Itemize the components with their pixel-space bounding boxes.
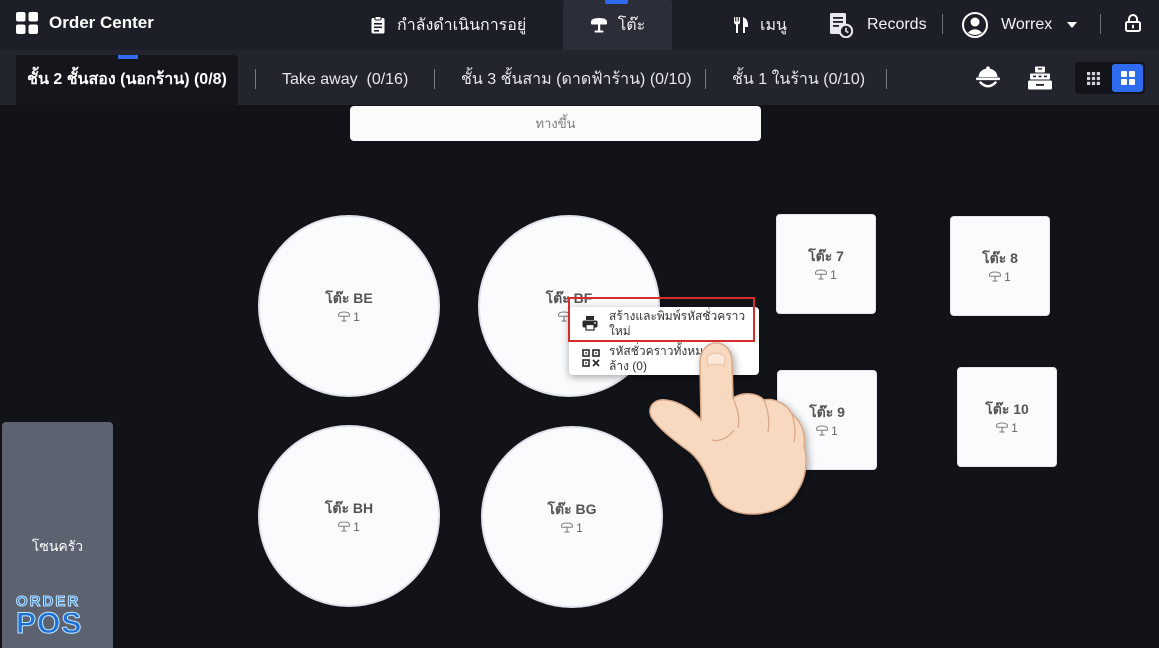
zone-separator	[255, 69, 256, 89]
divider	[942, 14, 943, 34]
menu-item-clear-temp-codes[interactable]: รหัสชั่วคราวทั้งหมด ล้าง (0)	[569, 341, 759, 375]
tab-label: โต๊ะ	[617, 16, 646, 34]
table-icon	[816, 425, 829, 436]
seat-count: 1	[576, 520, 583, 535]
table-bh[interactable]: โต๊ะ BH 1	[258, 425, 440, 607]
table-name: โต๊ะ 8	[982, 249, 1018, 266]
app-title: Order Center	[49, 13, 154, 32]
table-9[interactable]: โต๊ะ 9 1	[777, 370, 877, 470]
table-seats: 1	[816, 424, 838, 438]
tab-records[interactable]: Records	[829, 0, 927, 50]
table-icon	[996, 422, 1009, 433]
waiter-icon[interactable]	[975, 66, 1001, 90]
divider	[1100, 14, 1101, 34]
order-pos-logo: ORDER POS	[16, 593, 83, 640]
table-seats: 1	[338, 310, 360, 324]
grid-small-icon[interactable]	[1077, 64, 1110, 92]
table-name: โต๊ะ 9	[809, 403, 845, 420]
logo-text-bottom: POS	[16, 607, 83, 640]
tab-in-progress[interactable]: กำลังดำเนินการอยู่	[371, 0, 526, 50]
table-icon	[590, 16, 608, 34]
highlight-box	[568, 297, 755, 342]
zone-tab-label: Take away (0/16)	[282, 71, 409, 88]
table-seats: 1	[561, 521, 583, 535]
tab-label: กำลังดำเนินการอยู่	[397, 16, 527, 34]
zone-tab-floor-1[interactable]: ชั้น 1 ในร้าน (0/10)	[732, 70, 865, 90]
table-name: โต๊ะ 10	[985, 400, 1029, 417]
user-menu[interactable]: Worrex	[962, 0, 1078, 50]
menu-item-line: ล้าง (0)	[609, 359, 647, 373]
chevron-down-icon	[1067, 22, 1078, 28]
seat-count: 1	[830, 267, 837, 282]
tab-menu[interactable]: เมนู	[733, 0, 787, 50]
clipboard-icon	[371, 16, 385, 34]
zone-tab-label: ชั้น 3 ชั้นสาม (ดาดฟ้าร้าน) (0/10)	[461, 71, 692, 88]
zone-tab-label: ชั้น 2 ชั้นสอง (นอกร้าน) (0/8)	[27, 71, 227, 88]
app-brand[interactable]: Order Center	[16, 12, 154, 34]
seat-count: 1	[831, 423, 838, 438]
table-8[interactable]: โต๊ะ 8 1	[950, 216, 1050, 316]
table-seats: 1	[989, 270, 1011, 284]
table-seats: 1	[815, 268, 837, 282]
menu-item-label: รหัสชั่วคราวทั้งหมด ล้าง (0)	[609, 344, 711, 374]
table-icon	[989, 271, 1002, 282]
tab-label: เมนู	[760, 16, 787, 34]
zone-tab-take-away[interactable]: Take away (0/16)	[282, 70, 408, 90]
tab-label: Records	[867, 16, 927, 33]
table-10[interactable]: โต๊ะ 10 1	[957, 367, 1057, 467]
entrance-label: ทางขึ้น	[350, 106, 761, 141]
table-icon	[561, 522, 574, 533]
seat-count: 1	[353, 519, 360, 534]
table-name: โต๊ะ 7	[808, 247, 844, 264]
table-icon	[338, 521, 351, 532]
qr-code-icon	[582, 349, 600, 367]
avatar-icon	[962, 12, 988, 38]
seat-count: 1	[1011, 420, 1018, 435]
seat-count: 1	[353, 309, 360, 324]
records-icon	[829, 12, 853, 38]
table-be[interactable]: โต๊ะ BE 1	[258, 215, 440, 397]
app-grid-icon	[16, 12, 38, 34]
fork-knife-icon	[733, 16, 749, 34]
kitchen-zone-label: โซนครัว	[31, 538, 84, 554]
user-name: Worrex	[1001, 16, 1053, 33]
seat-count: 1	[1004, 269, 1011, 284]
zone-bar: ชั้น 2 ชั้นสอง (นอกร้าน) (0/8) Take away…	[0, 50, 1159, 105]
tab-tables[interactable]: โต๊ะ	[563, 0, 672, 50]
table-icon	[815, 269, 828, 280]
zone-tab-floor-3[interactable]: ชั้น 3 ชั้นสาม (ดาดฟ้าร้าน) (0/10)	[461, 70, 692, 90]
zone-separator	[705, 69, 706, 89]
table-name: โต๊ะ BH	[324, 499, 374, 516]
table-seats: 1	[338, 520, 360, 534]
zone-tab-floor-2[interactable]: ชั้น 2 ชั้นสอง (นอกร้าน) (0/8)	[16, 55, 238, 105]
table-seats: 1	[996, 421, 1018, 435]
cash-register-icon[interactable]	[1027, 66, 1053, 90]
zone-separator	[434, 69, 435, 89]
zone-separator	[886, 69, 887, 89]
active-tab-indicator	[605, 0, 628, 4]
active-zone-indicator	[118, 55, 138, 59]
view-toggle	[1075, 62, 1145, 94]
table-icon	[338, 311, 351, 322]
table-7[interactable]: โต๊ะ 7 1	[776, 214, 876, 314]
lock-icon[interactable]	[1125, 14, 1141, 32]
table-name: โต๊ะ BG	[547, 500, 597, 517]
table-bg[interactable]: โต๊ะ BG 1	[481, 426, 663, 608]
grid-large-icon[interactable]	[1112, 64, 1143, 92]
top-bar: Order Center กำลังดำเนินการอยู่ โต๊ะ เมน…	[0, 0, 1159, 50]
zone-tab-label: ชั้น 1 ในร้าน (0/10)	[732, 71, 866, 88]
menu-item-line: รหัสชั่วคราวทั้งหมด	[609, 344, 711, 358]
table-name: โต๊ะ BE	[325, 289, 373, 306]
